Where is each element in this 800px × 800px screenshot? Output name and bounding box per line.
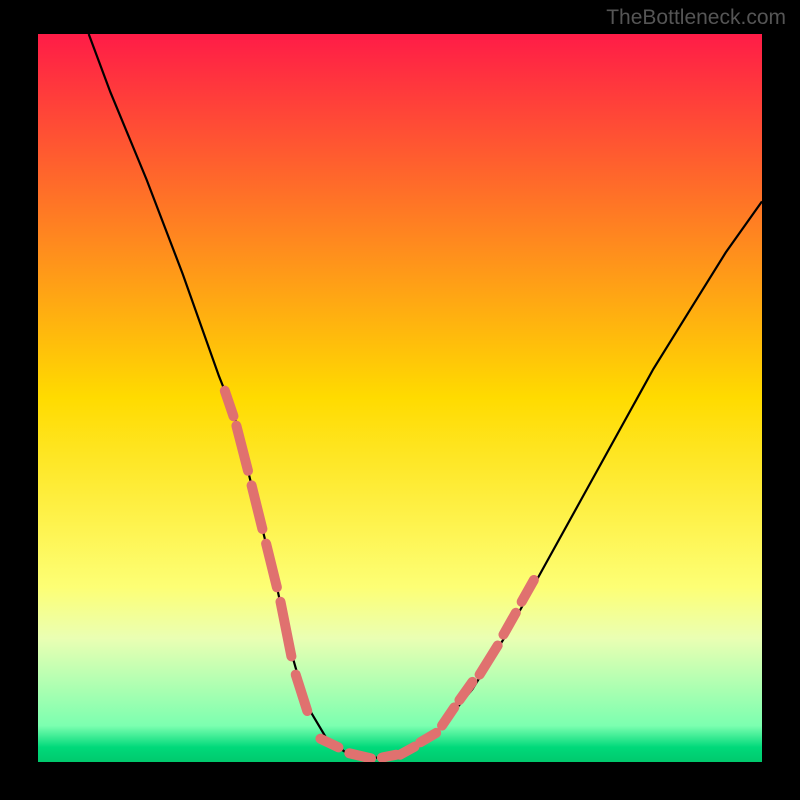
chart-container: { "attribution": "TheBottleneck.com", "c… [0,0,800,800]
plot-background [38,34,762,762]
bottleneck-chart [0,0,800,800]
attribution-text: TheBottleneck.com [606,6,786,30]
